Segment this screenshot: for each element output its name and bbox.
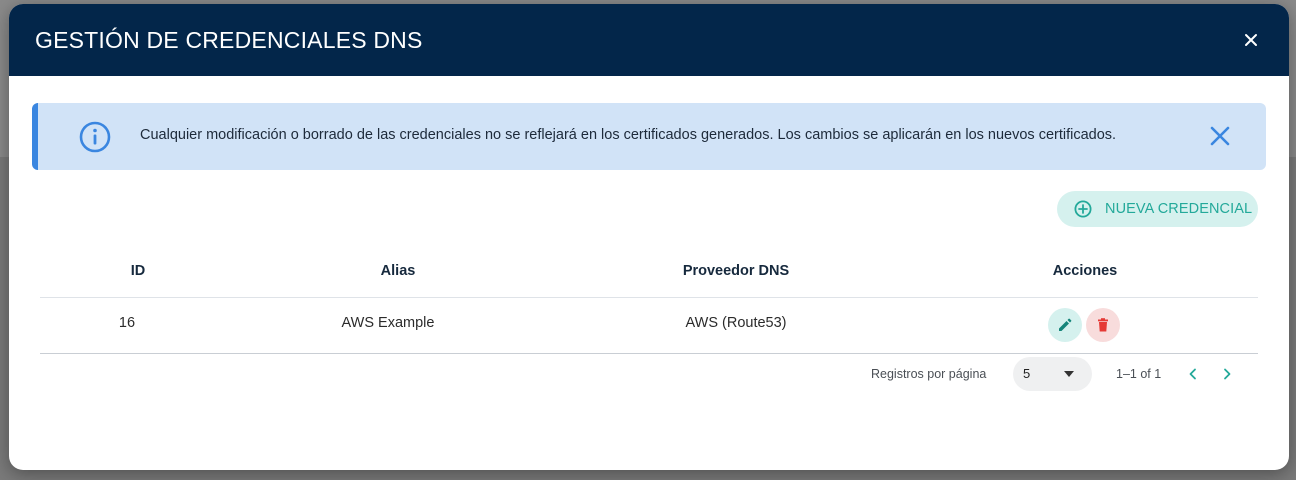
pagination-range: 1–1 of 1 bbox=[1116, 367, 1162, 381]
info-alert: Cualquier modificación o borrado de las … bbox=[32, 103, 1266, 170]
column-header-id[interactable]: ID bbox=[131, 263, 146, 279]
column-header-provider[interactable]: Proveedor DNS bbox=[683, 263, 789, 279]
new-credential-button[interactable]: NUEVA CREDENCIAL bbox=[1057, 191, 1258, 227]
credentials-table: ID Alias Proveedor DNS Acciones 16 AWS E… bbox=[40, 252, 1258, 391]
rows-per-page-select[interactable]: 5 bbox=[1013, 357, 1092, 391]
cell-id: 16 bbox=[118, 315, 136, 331]
next-page-button[interactable] bbox=[1216, 363, 1238, 385]
alert-close-button[interactable] bbox=[1208, 124, 1232, 148]
table-row: 16 AWS Example AWS (Route53) bbox=[40, 298, 1258, 354]
info-icon bbox=[79, 121, 111, 153]
previous-page-button[interactable] bbox=[1182, 363, 1204, 385]
column-header-alias[interactable]: Alias bbox=[381, 263, 416, 279]
alert-message: Cualquier modificación o borrado de las … bbox=[140, 127, 1117, 143]
chevron-left-icon bbox=[1189, 368, 1196, 380]
modal-title: GESTIÓN DE CREDENCIALES DNS bbox=[35, 26, 423, 53]
rows-per-page-value: 5 bbox=[1023, 366, 1031, 381]
cell-alias: AWS Example bbox=[341, 315, 435, 331]
pagination: Registros por página 5 1–1 of 1 bbox=[40, 355, 1258, 395]
column-header-actions: Acciones bbox=[1052, 263, 1118, 279]
delete-button[interactable] bbox=[1086, 308, 1120, 342]
plus-circle-icon bbox=[1074, 200, 1092, 218]
caret-down-icon bbox=[1064, 371, 1074, 377]
new-credential-label: NUEVA CREDENCIAL bbox=[1105, 201, 1253, 217]
modal-header: GESTIÓN DE CREDENCIALES DNS bbox=[9, 4, 1289, 76]
close-icon bbox=[1210, 126, 1230, 146]
table-header: ID Alias Proveedor DNS Acciones bbox=[40, 252, 1258, 298]
edit-button[interactable] bbox=[1048, 308, 1082, 342]
rows-per-page-label: Registros por página bbox=[871, 367, 987, 381]
trash-icon bbox=[1098, 318, 1108, 332]
chevron-right-icon bbox=[1224, 368, 1231, 380]
close-icon bbox=[1245, 34, 1257, 46]
cell-provider: AWS (Route53) bbox=[685, 315, 787, 331]
dns-credentials-modal: GESTIÓN DE CREDENCIALES DNS Cualquier mo… bbox=[9, 4, 1289, 470]
edit-icon bbox=[1059, 318, 1072, 331]
modal-close-button[interactable] bbox=[1239, 28, 1263, 52]
